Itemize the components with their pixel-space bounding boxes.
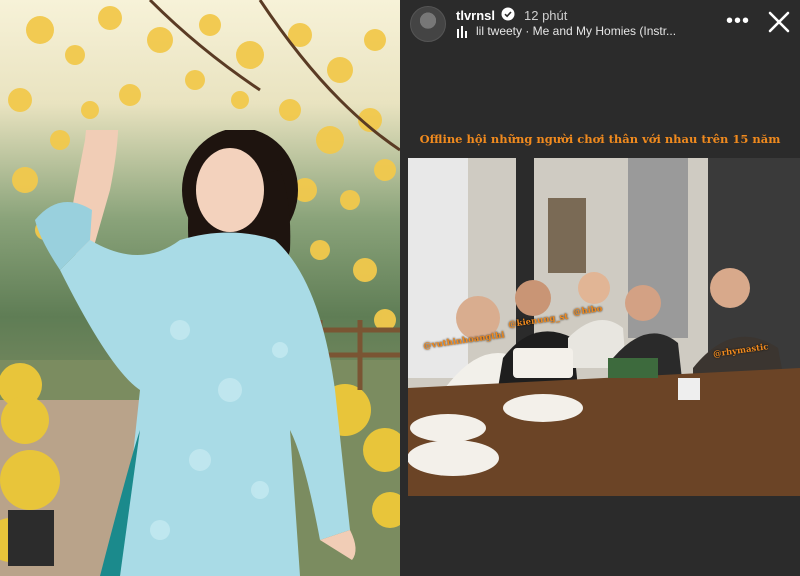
story-time: 12 phút: [524, 8, 568, 23]
username[interactable]: tlvrnsl: [456, 8, 495, 23]
music-track[interactable]: lil tweety · Me and My Homies (Instr...: [476, 24, 676, 38]
more-dots-icon[interactable]: •••: [726, 11, 750, 34]
dinner-scene: [408, 158, 800, 496]
left-photo: [0, 0, 400, 576]
woman-in-ao-dai: [35, 130, 356, 576]
close-icon[interactable]: [766, 9, 792, 35]
music-bars-icon: [457, 26, 467, 38]
instagram-story: tlvrnsl 12 phút lil tweety · Me and My H…: [400, 0, 800, 576]
story-header: tlvrnsl 12 phút lil tweety · Me and My H…: [400, 0, 800, 50]
profile-avatar[interactable]: [410, 6, 446, 42]
composite-image: tlvrnsl 12 phút lil tweety · Me and My H…: [0, 0, 800, 576]
story-caption: Offline hội những người chơi thân với nh…: [419, 132, 781, 146]
group-photo: @vuthinhoangthi @kienung_st @hibo @rhyma…: [408, 158, 800, 496]
verified-badge-icon: [501, 7, 515, 21]
